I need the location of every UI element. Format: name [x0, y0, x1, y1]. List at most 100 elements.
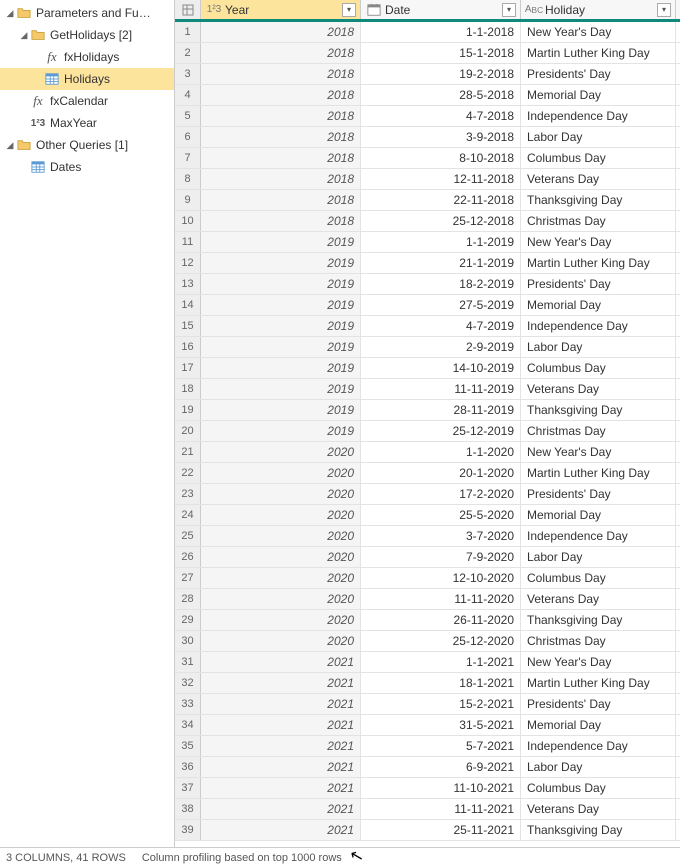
cell-date[interactable]: 4-7-2018 [361, 106, 521, 126]
cell-date[interactable]: 7-9-2020 [361, 547, 521, 567]
cell-year[interactable]: 2020 [201, 526, 361, 546]
cell-holiday[interactable]: Martin Luther King Day [521, 673, 676, 693]
select-all-corner[interactable] [175, 0, 201, 19]
expand-icon[interactable]: ◢ [4, 140, 16, 151]
table-row[interactable]: 4201828-5-2018Memorial Day [175, 85, 680, 106]
cell-date[interactable]: 4-7-2019 [361, 316, 521, 336]
tree-item-fxcalendar[interactable]: fxfxCalendar [0, 90, 174, 112]
cell-year[interactable]: 2020 [201, 631, 361, 651]
cell-date[interactable]: 1-1-2021 [361, 652, 521, 672]
cell-date[interactable]: 22-11-2018 [361, 190, 521, 210]
row-number[interactable]: 17 [175, 358, 201, 378]
row-number[interactable]: 22 [175, 463, 201, 483]
tree-item-holidays[interactable]: Holidays [0, 68, 174, 90]
table-row[interactable]: 17201914-10-2019Columbus Day [175, 358, 680, 379]
row-number[interactable]: 20 [175, 421, 201, 441]
table-row[interactable]: 12201921-1-2019Martin Luther King Day [175, 253, 680, 274]
table-row[interactable]: 2520203-7-2020Independence Day [175, 526, 680, 547]
row-number[interactable]: 39 [175, 820, 201, 840]
row-number[interactable]: 34 [175, 715, 201, 735]
column-header-holiday[interactable]: ABCHoliday▾ [521, 0, 676, 19]
cell-date[interactable]: 25-12-2019 [361, 421, 521, 441]
cell-holiday[interactable]: Labor Day [521, 757, 676, 777]
cell-date[interactable]: 21-1-2019 [361, 253, 521, 273]
cell-year[interactable]: 2018 [201, 190, 361, 210]
cell-date[interactable]: 25-5-2020 [361, 505, 521, 525]
cell-date[interactable]: 20-1-2020 [361, 463, 521, 483]
cell-year[interactable]: 2019 [201, 358, 361, 378]
row-number[interactable]: 10 [175, 211, 201, 231]
cell-holiday[interactable]: Independence Day [521, 316, 676, 336]
cell-holiday[interactable]: Christmas Day [521, 421, 676, 441]
row-number[interactable]: 15 [175, 316, 201, 336]
cell-holiday[interactable]: Presidents' Day [521, 274, 676, 294]
table-row[interactable]: 3201819-2-2018Presidents' Day [175, 64, 680, 85]
cell-year[interactable]: 2019 [201, 421, 361, 441]
row-number[interactable]: 32 [175, 673, 201, 693]
cell-year[interactable]: 2021 [201, 799, 361, 819]
table-row[interactable]: 9201822-11-2018Thanksgiving Day [175, 190, 680, 211]
row-number[interactable]: 36 [175, 757, 201, 777]
cell-holiday[interactable]: Thanksgiving Day [521, 610, 676, 630]
cell-year[interactable]: 2020 [201, 484, 361, 504]
cell-date[interactable]: 18-1-2021 [361, 673, 521, 693]
cell-date[interactable]: 3-9-2018 [361, 127, 521, 147]
table-row[interactable]: 720188-10-2018Columbus Day [175, 148, 680, 169]
cell-date[interactable]: 27-5-2019 [361, 295, 521, 315]
cell-holiday[interactable]: Columbus Day [521, 148, 676, 168]
row-number[interactable]: 38 [175, 799, 201, 819]
table-row[interactable]: 32202118-1-2021Martin Luther King Day [175, 673, 680, 694]
cell-holiday[interactable]: Presidents' Day [521, 484, 676, 504]
table-row[interactable]: 1120191-1-2019New Year's Day [175, 232, 680, 253]
row-number[interactable]: 26 [175, 547, 201, 567]
table-row[interactable]: 3620216-9-2021Labor Day [175, 757, 680, 778]
cell-year[interactable]: 2018 [201, 43, 361, 63]
cell-holiday[interactable]: Labor Day [521, 547, 676, 567]
table-row[interactable]: 120181-1-2018New Year's Day [175, 22, 680, 43]
filter-dropdown-icon[interactable]: ▾ [342, 3, 356, 17]
cell-year[interactable]: 2018 [201, 211, 361, 231]
cell-holiday[interactable]: Independence Day [521, 106, 676, 126]
row-number[interactable]: 31 [175, 652, 201, 672]
cell-year[interactable]: 2018 [201, 64, 361, 84]
table-row[interactable]: 8201812-11-2018Veterans Day [175, 169, 680, 190]
row-number[interactable]: 35 [175, 736, 201, 756]
cell-holiday[interactable]: Memorial Day [521, 505, 676, 525]
cell-year[interactable]: 2019 [201, 274, 361, 294]
table-row[interactable]: 20201925-12-2019Christmas Day [175, 421, 680, 442]
table-row[interactable]: 620183-9-2018Labor Day [175, 127, 680, 148]
table-row[interactable]: 3520215-7-2021Independence Day [175, 736, 680, 757]
cell-year[interactable]: 2020 [201, 547, 361, 567]
row-number[interactable]: 23 [175, 484, 201, 504]
cell-holiday[interactable]: Veterans Day [521, 169, 676, 189]
cell-year[interactable]: 2018 [201, 169, 361, 189]
tree-item-parameters-and-fu-[interactable]: ◢Parameters and Fu… [0, 2, 174, 24]
cell-year[interactable]: 2020 [201, 589, 361, 609]
cell-date[interactable]: 3-7-2020 [361, 526, 521, 546]
cell-year[interactable]: 2020 [201, 505, 361, 525]
cell-date[interactable]: 1-1-2020 [361, 442, 521, 462]
table-row[interactable]: 23202017-2-2020Presidents' Day [175, 484, 680, 505]
cell-date[interactable]: 11-11-2019 [361, 379, 521, 399]
table-row[interactable]: 2620207-9-2020Labor Day [175, 547, 680, 568]
cell-holiday[interactable]: New Year's Day [521, 652, 676, 672]
cell-holiday[interactable]: Independence Day [521, 736, 676, 756]
cell-holiday[interactable]: Independence Day [521, 526, 676, 546]
table-row[interactable]: 37202111-10-2021Columbus Day [175, 778, 680, 799]
cell-date[interactable]: 1-1-2019 [361, 232, 521, 252]
table-row[interactable]: 1520194-7-2019Independence Day [175, 316, 680, 337]
table-row[interactable]: 22202020-1-2020Martin Luther King Day [175, 463, 680, 484]
cell-year[interactable]: 2020 [201, 568, 361, 588]
row-number[interactable]: 33 [175, 694, 201, 714]
cell-holiday[interactable]: Columbus Day [521, 778, 676, 798]
cell-year[interactable]: 2021 [201, 652, 361, 672]
grid-body[interactable]: 120181-1-2018New Year's Day2201815-1-201… [175, 22, 680, 847]
cell-date[interactable]: 12-11-2018 [361, 169, 521, 189]
cell-date[interactable]: 15-1-2018 [361, 43, 521, 63]
cell-date[interactable]: 11-11-2021 [361, 799, 521, 819]
cell-holiday[interactable]: New Year's Day [521, 442, 676, 462]
table-row[interactable]: 27202012-10-2020Columbus Day [175, 568, 680, 589]
row-number[interactable]: 21 [175, 442, 201, 462]
cell-date[interactable]: 1-1-2018 [361, 22, 521, 42]
cell-date[interactable]: 26-11-2020 [361, 610, 521, 630]
